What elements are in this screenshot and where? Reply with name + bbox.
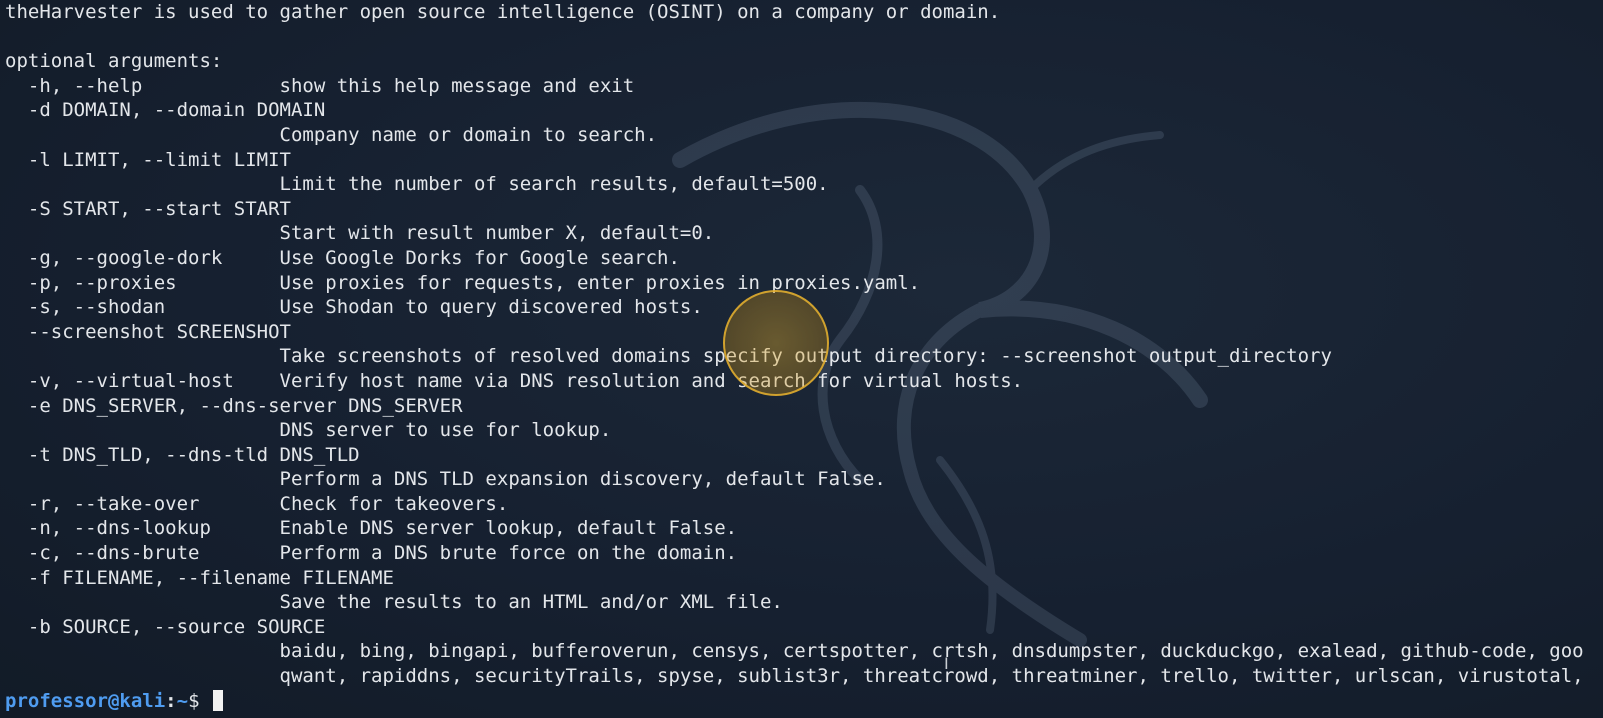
output-line: -r, --take-over Check for takeovers. bbox=[5, 492, 509, 515]
shell-prompt[interactable]: professor@kali:~$ bbox=[5, 689, 1584, 714]
output-line: -n, --dns-lookup Enable DNS server looku… bbox=[5, 517, 738, 540]
terminal-output: theHarvester is used to gather open sour… bbox=[5, 0, 1584, 713]
output-line: -b SOURCE, --source SOURCE bbox=[5, 615, 326, 638]
output-line: DNS server to use for lookup. bbox=[5, 419, 612, 442]
output-line: Company name or domain to search. bbox=[5, 123, 658, 146]
output-line: -f FILENAME, --filename FILENAME bbox=[5, 566, 394, 589]
output-line: -g, --google-dork Use Google Dorks for G… bbox=[5, 246, 680, 269]
output-line: qwant, rapiddns, securityTrails, spyse, … bbox=[5, 665, 1584, 688]
prompt-path: ~ bbox=[176, 689, 189, 712]
output-line: baidu, bing, bingapi, bufferoverun, cens… bbox=[5, 640, 1584, 663]
output-line: -e DNS_SERVER, --dns-server DNS_SERVER bbox=[5, 394, 463, 417]
prompt-separator: : bbox=[165, 689, 177, 712]
text-cursor[interactable] bbox=[212, 689, 223, 711]
output-line: -S START, --start START bbox=[5, 197, 291, 220]
output-line: theHarvester is used to gather open sour… bbox=[5, 1, 1001, 23]
output-line: -s, --shodan Use Shodan to query discove… bbox=[5, 296, 703, 319]
output-line: optional arguments: bbox=[5, 50, 223, 73]
output-line: -p, --proxies Use proxies for requests, … bbox=[5, 271, 921, 294]
output-line: Limit the number of search results, defa… bbox=[5, 173, 829, 196]
output-line: -d DOMAIN, --domain DOMAIN bbox=[5, 99, 326, 122]
output-line: Start with result number X, default=0. bbox=[5, 222, 715, 245]
output-line: Save the results to an HTML and/or XML f… bbox=[5, 591, 783, 614]
output-line: -l LIMIT, --limit LIMIT bbox=[5, 148, 291, 171]
output-line: -c, --dns-brute Perform a DNS brute forc… bbox=[5, 542, 738, 565]
output-line: Perform a DNS TLD expansion discovery, d… bbox=[5, 468, 886, 491]
output-line: Take screenshots of resolved domains spe… bbox=[5, 345, 1332, 368]
output-line: -t DNS_TLD, --dns-tld DNS_TLD bbox=[5, 443, 360, 466]
output-line: --screenshot SCREENSHOT bbox=[5, 320, 291, 343]
ibeam-cursor-icon: I bbox=[944, 654, 949, 673]
output-line: -v, --virtual-host Verify host name via … bbox=[5, 369, 1024, 392]
prompt-user-host: professor@kali bbox=[5, 689, 166, 712]
terminal-window[interactable]: theHarvester is used to gather open sour… bbox=[0, 0, 1603, 718]
prompt-symbol: $ bbox=[188, 689, 211, 712]
output-line: -h, --help show this help message and ex… bbox=[5, 74, 635, 97]
